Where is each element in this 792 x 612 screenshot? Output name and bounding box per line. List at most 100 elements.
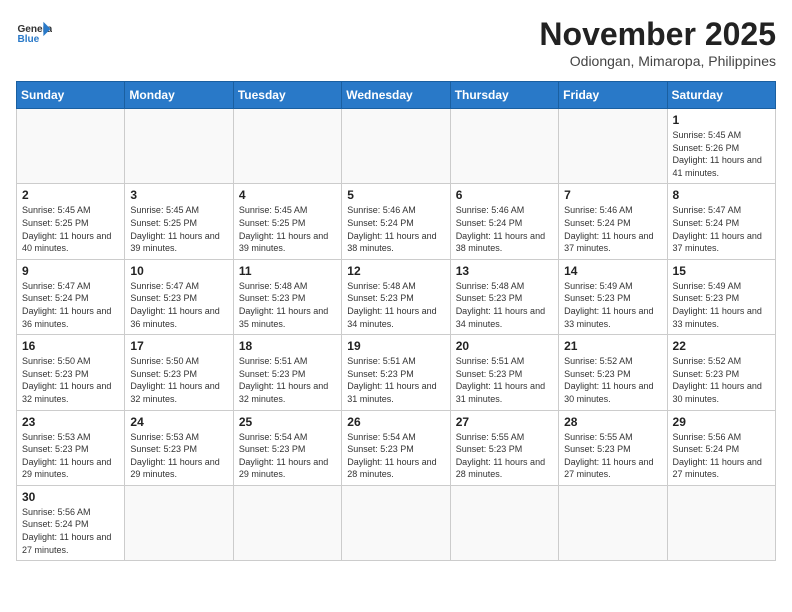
calendar-cell bbox=[559, 109, 667, 184]
title-block: November 2025 Odiongan, Mimaropa, Philip… bbox=[539, 16, 776, 69]
day-info: Sunrise: 5:48 AMSunset: 5:23 PMDaylight:… bbox=[239, 280, 336, 330]
day-info: Sunrise: 5:46 AMSunset: 5:24 PMDaylight:… bbox=[564, 204, 661, 254]
calendar-week-row: 1 Sunrise: 5:45 AMSunset: 5:26 PMDayligh… bbox=[17, 109, 776, 184]
calendar-week-row: 30 Sunrise: 5:56 AMSunset: 5:24 PMDaylig… bbox=[17, 485, 776, 560]
day-info: Sunrise: 5:52 AMSunset: 5:23 PMDaylight:… bbox=[673, 355, 770, 405]
day-number: 3 bbox=[130, 188, 227, 202]
calendar-cell: 10 Sunrise: 5:47 AMSunset: 5:23 PMDaylig… bbox=[125, 259, 233, 334]
weekday-header-saturday: Saturday bbox=[667, 82, 775, 109]
day-number: 20 bbox=[456, 339, 553, 353]
calendar-cell: 2 Sunrise: 5:45 AMSunset: 5:25 PMDayligh… bbox=[17, 184, 125, 259]
calendar-cell: 26 Sunrise: 5:54 AMSunset: 5:23 PMDaylig… bbox=[342, 410, 450, 485]
weekday-header-monday: Monday bbox=[125, 82, 233, 109]
location: Odiongan, Mimaropa, Philippines bbox=[539, 53, 776, 69]
calendar-cell: 20 Sunrise: 5:51 AMSunset: 5:23 PMDaylig… bbox=[450, 335, 558, 410]
calendar-cell: 13 Sunrise: 5:48 AMSunset: 5:23 PMDaylig… bbox=[450, 259, 558, 334]
day-info: Sunrise: 5:49 AMSunset: 5:23 PMDaylight:… bbox=[564, 280, 661, 330]
calendar-cell: 22 Sunrise: 5:52 AMSunset: 5:23 PMDaylig… bbox=[667, 335, 775, 410]
weekday-header-wednesday: Wednesday bbox=[342, 82, 450, 109]
day-number: 28 bbox=[564, 415, 661, 429]
calendar-cell: 17 Sunrise: 5:50 AMSunset: 5:23 PMDaylig… bbox=[125, 335, 233, 410]
day-info: Sunrise: 5:46 AMSunset: 5:24 PMDaylight:… bbox=[347, 204, 444, 254]
calendar-cell bbox=[450, 109, 558, 184]
calendar-cell bbox=[233, 109, 341, 184]
calendar-cell: 18 Sunrise: 5:51 AMSunset: 5:23 PMDaylig… bbox=[233, 335, 341, 410]
day-info: Sunrise: 5:45 AMSunset: 5:26 PMDaylight:… bbox=[673, 129, 770, 179]
day-number: 30 bbox=[22, 490, 119, 504]
calendar-cell: 15 Sunrise: 5:49 AMSunset: 5:23 PMDaylig… bbox=[667, 259, 775, 334]
calendar-week-row: 23 Sunrise: 5:53 AMSunset: 5:23 PMDaylig… bbox=[17, 410, 776, 485]
calendar-cell: 9 Sunrise: 5:47 AMSunset: 5:24 PMDayligh… bbox=[17, 259, 125, 334]
calendar-week-row: 9 Sunrise: 5:47 AMSunset: 5:24 PMDayligh… bbox=[17, 259, 776, 334]
day-info: Sunrise: 5:56 AMSunset: 5:24 PMDaylight:… bbox=[22, 506, 119, 556]
weekday-header-row: SundayMondayTuesdayWednesdayThursdayFrid… bbox=[17, 82, 776, 109]
calendar-cell: 11 Sunrise: 5:48 AMSunset: 5:23 PMDaylig… bbox=[233, 259, 341, 334]
day-number: 9 bbox=[22, 264, 119, 278]
day-number: 26 bbox=[347, 415, 444, 429]
day-info: Sunrise: 5:53 AMSunset: 5:23 PMDaylight:… bbox=[22, 431, 119, 481]
day-info: Sunrise: 5:46 AMSunset: 5:24 PMDaylight:… bbox=[456, 204, 553, 254]
day-info: Sunrise: 5:54 AMSunset: 5:23 PMDaylight:… bbox=[347, 431, 444, 481]
day-number: 13 bbox=[456, 264, 553, 278]
day-info: Sunrise: 5:47 AMSunset: 5:23 PMDaylight:… bbox=[130, 280, 227, 330]
day-info: Sunrise: 5:50 AMSunset: 5:23 PMDaylight:… bbox=[22, 355, 119, 405]
calendar-week-row: 2 Sunrise: 5:45 AMSunset: 5:25 PMDayligh… bbox=[17, 184, 776, 259]
day-info: Sunrise: 5:55 AMSunset: 5:23 PMDaylight:… bbox=[456, 431, 553, 481]
calendar-cell: 3 Sunrise: 5:45 AMSunset: 5:25 PMDayligh… bbox=[125, 184, 233, 259]
calendar-cell: 14 Sunrise: 5:49 AMSunset: 5:23 PMDaylig… bbox=[559, 259, 667, 334]
day-info: Sunrise: 5:49 AMSunset: 5:23 PMDaylight:… bbox=[673, 280, 770, 330]
day-info: Sunrise: 5:54 AMSunset: 5:23 PMDaylight:… bbox=[239, 431, 336, 481]
day-number: 23 bbox=[22, 415, 119, 429]
weekday-header-thursday: Thursday bbox=[450, 82, 558, 109]
day-info: Sunrise: 5:47 AMSunset: 5:24 PMDaylight:… bbox=[673, 204, 770, 254]
day-number: 21 bbox=[564, 339, 661, 353]
day-info: Sunrise: 5:45 AMSunset: 5:25 PMDaylight:… bbox=[130, 204, 227, 254]
calendar-cell bbox=[125, 485, 233, 560]
calendar-cell: 7 Sunrise: 5:46 AMSunset: 5:24 PMDayligh… bbox=[559, 184, 667, 259]
calendar-cell: 25 Sunrise: 5:54 AMSunset: 5:23 PMDaylig… bbox=[233, 410, 341, 485]
day-number: 6 bbox=[456, 188, 553, 202]
day-number: 19 bbox=[347, 339, 444, 353]
page-header: General Blue November 2025 Odiongan, Mim… bbox=[16, 16, 776, 69]
calendar-cell bbox=[450, 485, 558, 560]
day-number: 11 bbox=[239, 264, 336, 278]
day-number: 25 bbox=[239, 415, 336, 429]
month-title: November 2025 bbox=[539, 16, 776, 53]
day-number: 14 bbox=[564, 264, 661, 278]
day-info: Sunrise: 5:52 AMSunset: 5:23 PMDaylight:… bbox=[564, 355, 661, 405]
day-number: 22 bbox=[673, 339, 770, 353]
day-info: Sunrise: 5:51 AMSunset: 5:23 PMDaylight:… bbox=[239, 355, 336, 405]
calendar-table: SundayMondayTuesdayWednesdayThursdayFrid… bbox=[16, 81, 776, 561]
weekday-header-tuesday: Tuesday bbox=[233, 82, 341, 109]
day-number: 10 bbox=[130, 264, 227, 278]
calendar-cell: 23 Sunrise: 5:53 AMSunset: 5:23 PMDaylig… bbox=[17, 410, 125, 485]
logo: General Blue bbox=[16, 16, 52, 52]
calendar-cell: 30 Sunrise: 5:56 AMSunset: 5:24 PMDaylig… bbox=[17, 485, 125, 560]
day-number: 1 bbox=[673, 113, 770, 127]
day-info: Sunrise: 5:48 AMSunset: 5:23 PMDaylight:… bbox=[347, 280, 444, 330]
day-number: 27 bbox=[456, 415, 553, 429]
day-number: 24 bbox=[130, 415, 227, 429]
day-number: 17 bbox=[130, 339, 227, 353]
svg-text:Blue: Blue bbox=[17, 34, 39, 45]
day-number: 29 bbox=[673, 415, 770, 429]
day-number: 7 bbox=[564, 188, 661, 202]
day-info: Sunrise: 5:55 AMSunset: 5:23 PMDaylight:… bbox=[564, 431, 661, 481]
day-info: Sunrise: 5:48 AMSunset: 5:23 PMDaylight:… bbox=[456, 280, 553, 330]
weekday-header-sunday: Sunday bbox=[17, 82, 125, 109]
day-number: 15 bbox=[673, 264, 770, 278]
day-info: Sunrise: 5:47 AMSunset: 5:24 PMDaylight:… bbox=[22, 280, 119, 330]
calendar-cell bbox=[559, 485, 667, 560]
day-info: Sunrise: 5:56 AMSunset: 5:24 PMDaylight:… bbox=[673, 431, 770, 481]
weekday-header-friday: Friday bbox=[559, 82, 667, 109]
calendar-cell: 8 Sunrise: 5:47 AMSunset: 5:24 PMDayligh… bbox=[667, 184, 775, 259]
day-number: 18 bbox=[239, 339, 336, 353]
day-info: Sunrise: 5:50 AMSunset: 5:23 PMDaylight:… bbox=[130, 355, 227, 405]
calendar-cell bbox=[17, 109, 125, 184]
calendar-cell bbox=[125, 109, 233, 184]
calendar-cell: 4 Sunrise: 5:45 AMSunset: 5:25 PMDayligh… bbox=[233, 184, 341, 259]
calendar-cell: 29 Sunrise: 5:56 AMSunset: 5:24 PMDaylig… bbox=[667, 410, 775, 485]
calendar-cell bbox=[233, 485, 341, 560]
calendar-cell: 21 Sunrise: 5:52 AMSunset: 5:23 PMDaylig… bbox=[559, 335, 667, 410]
day-info: Sunrise: 5:45 AMSunset: 5:25 PMDaylight:… bbox=[22, 204, 119, 254]
